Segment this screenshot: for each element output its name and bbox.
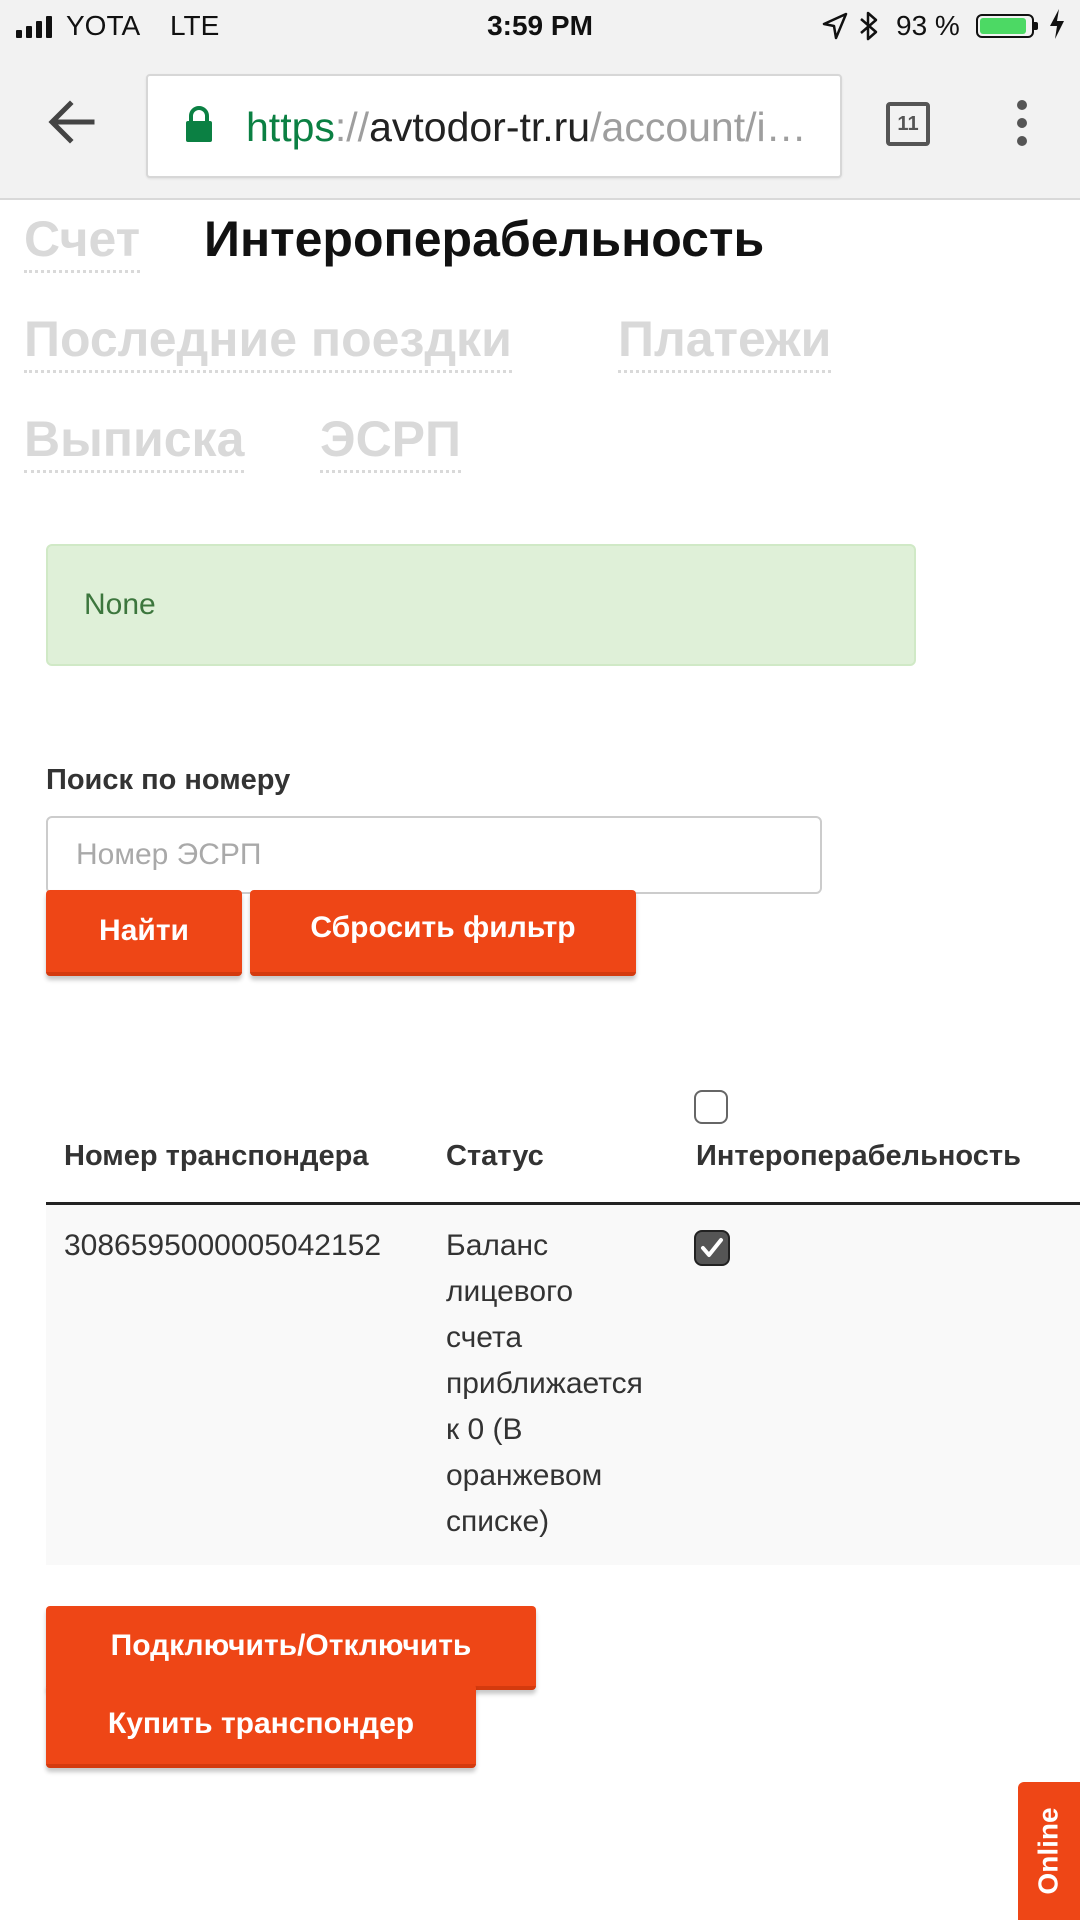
find-button[interactable]: Найти: [46, 890, 242, 976]
status-line: оранжевом: [446, 1459, 603, 1492]
status-line: Баланс: [446, 1229, 549, 1262]
location-arrow-icon: [822, 12, 848, 47]
battery-percent: 93 %: [896, 10, 960, 41]
tab-payments[interactable]: Платежи: [618, 308, 832, 373]
tab-recent-trips[interactable]: Последние поездки: [24, 308, 512, 373]
overflow-menu-icon[interactable]: [1010, 100, 1034, 154]
select-all-checkbox[interactable]: [694, 1090, 728, 1124]
column-header-interoperability: Интероперабельность: [696, 1140, 1021, 1172]
url-separator: ://: [334, 104, 370, 150]
transponder-number-cell: 3086595000005042152: [64, 1229, 382, 1262]
url-text[interactable]: https://avtodor-tr.ru/account/i…: [246, 102, 826, 152]
tab-switcher-icon[interactable]: 11: [886, 102, 930, 146]
checkmark-icon: [701, 1238, 723, 1257]
bluetooth-icon: [858, 10, 880, 49]
tab-interoperability[interactable]: Интероперабельность: [204, 208, 764, 273]
buy-transponder-button[interactable]: Купить транспондер: [46, 1684, 476, 1768]
charging-bolt-icon: [1048, 8, 1066, 47]
battery-level: [980, 18, 1027, 34]
online-chat-label: Online: [1033, 1807, 1064, 1895]
status-line: приближается: [446, 1367, 643, 1400]
tab-esrp[interactable]: ЭСРП: [320, 408, 461, 473]
column-header-transponder: Номер транспондера: [64, 1140, 369, 1172]
tab-statement[interactable]: Выписка: [24, 408, 245, 473]
tab-account[interactable]: Счет: [24, 208, 141, 273]
status-line: лицевого: [446, 1275, 574, 1308]
battery-icon: [976, 14, 1038, 38]
address-bar[interactable]: https://avtodor-tr.ru/account/i…: [146, 74, 842, 178]
info-alert: None: [46, 544, 916, 666]
status-cell: Баланс лицевого счета приближается к 0 (…: [446, 1223, 676, 1545]
status-line: списке): [446, 1505, 550, 1538]
column-header-status: Статус: [446, 1140, 544, 1172]
back-arrow-icon[interactable]: [44, 94, 100, 150]
connect-disconnect-button[interactable]: Подключить/Отключить: [46, 1606, 536, 1690]
browser-toolbar: https://avtodor-tr.ru/account/i… 11: [0, 54, 1080, 200]
interoperability-checkbox[interactable]: [694, 1230, 730, 1266]
url-path: /account/i…: [590, 104, 807, 150]
url-host: avtodor-tr.ru: [369, 104, 591, 150]
status-line: к 0 (В: [446, 1413, 523, 1446]
url-scheme: https: [246, 104, 335, 150]
online-chat-tab[interactable]: Online: [1018, 1782, 1080, 1920]
search-input[interactable]: [46, 816, 822, 894]
status-bar: YOTA LTE 3:59 PM 93 %: [0, 0, 1080, 54]
reset-filter-button[interactable]: Сбросить фильтр: [250, 890, 636, 976]
search-label: Поиск по номеру: [46, 764, 291, 796]
lock-icon: [184, 106, 214, 149]
status-line: счета: [446, 1321, 523, 1354]
